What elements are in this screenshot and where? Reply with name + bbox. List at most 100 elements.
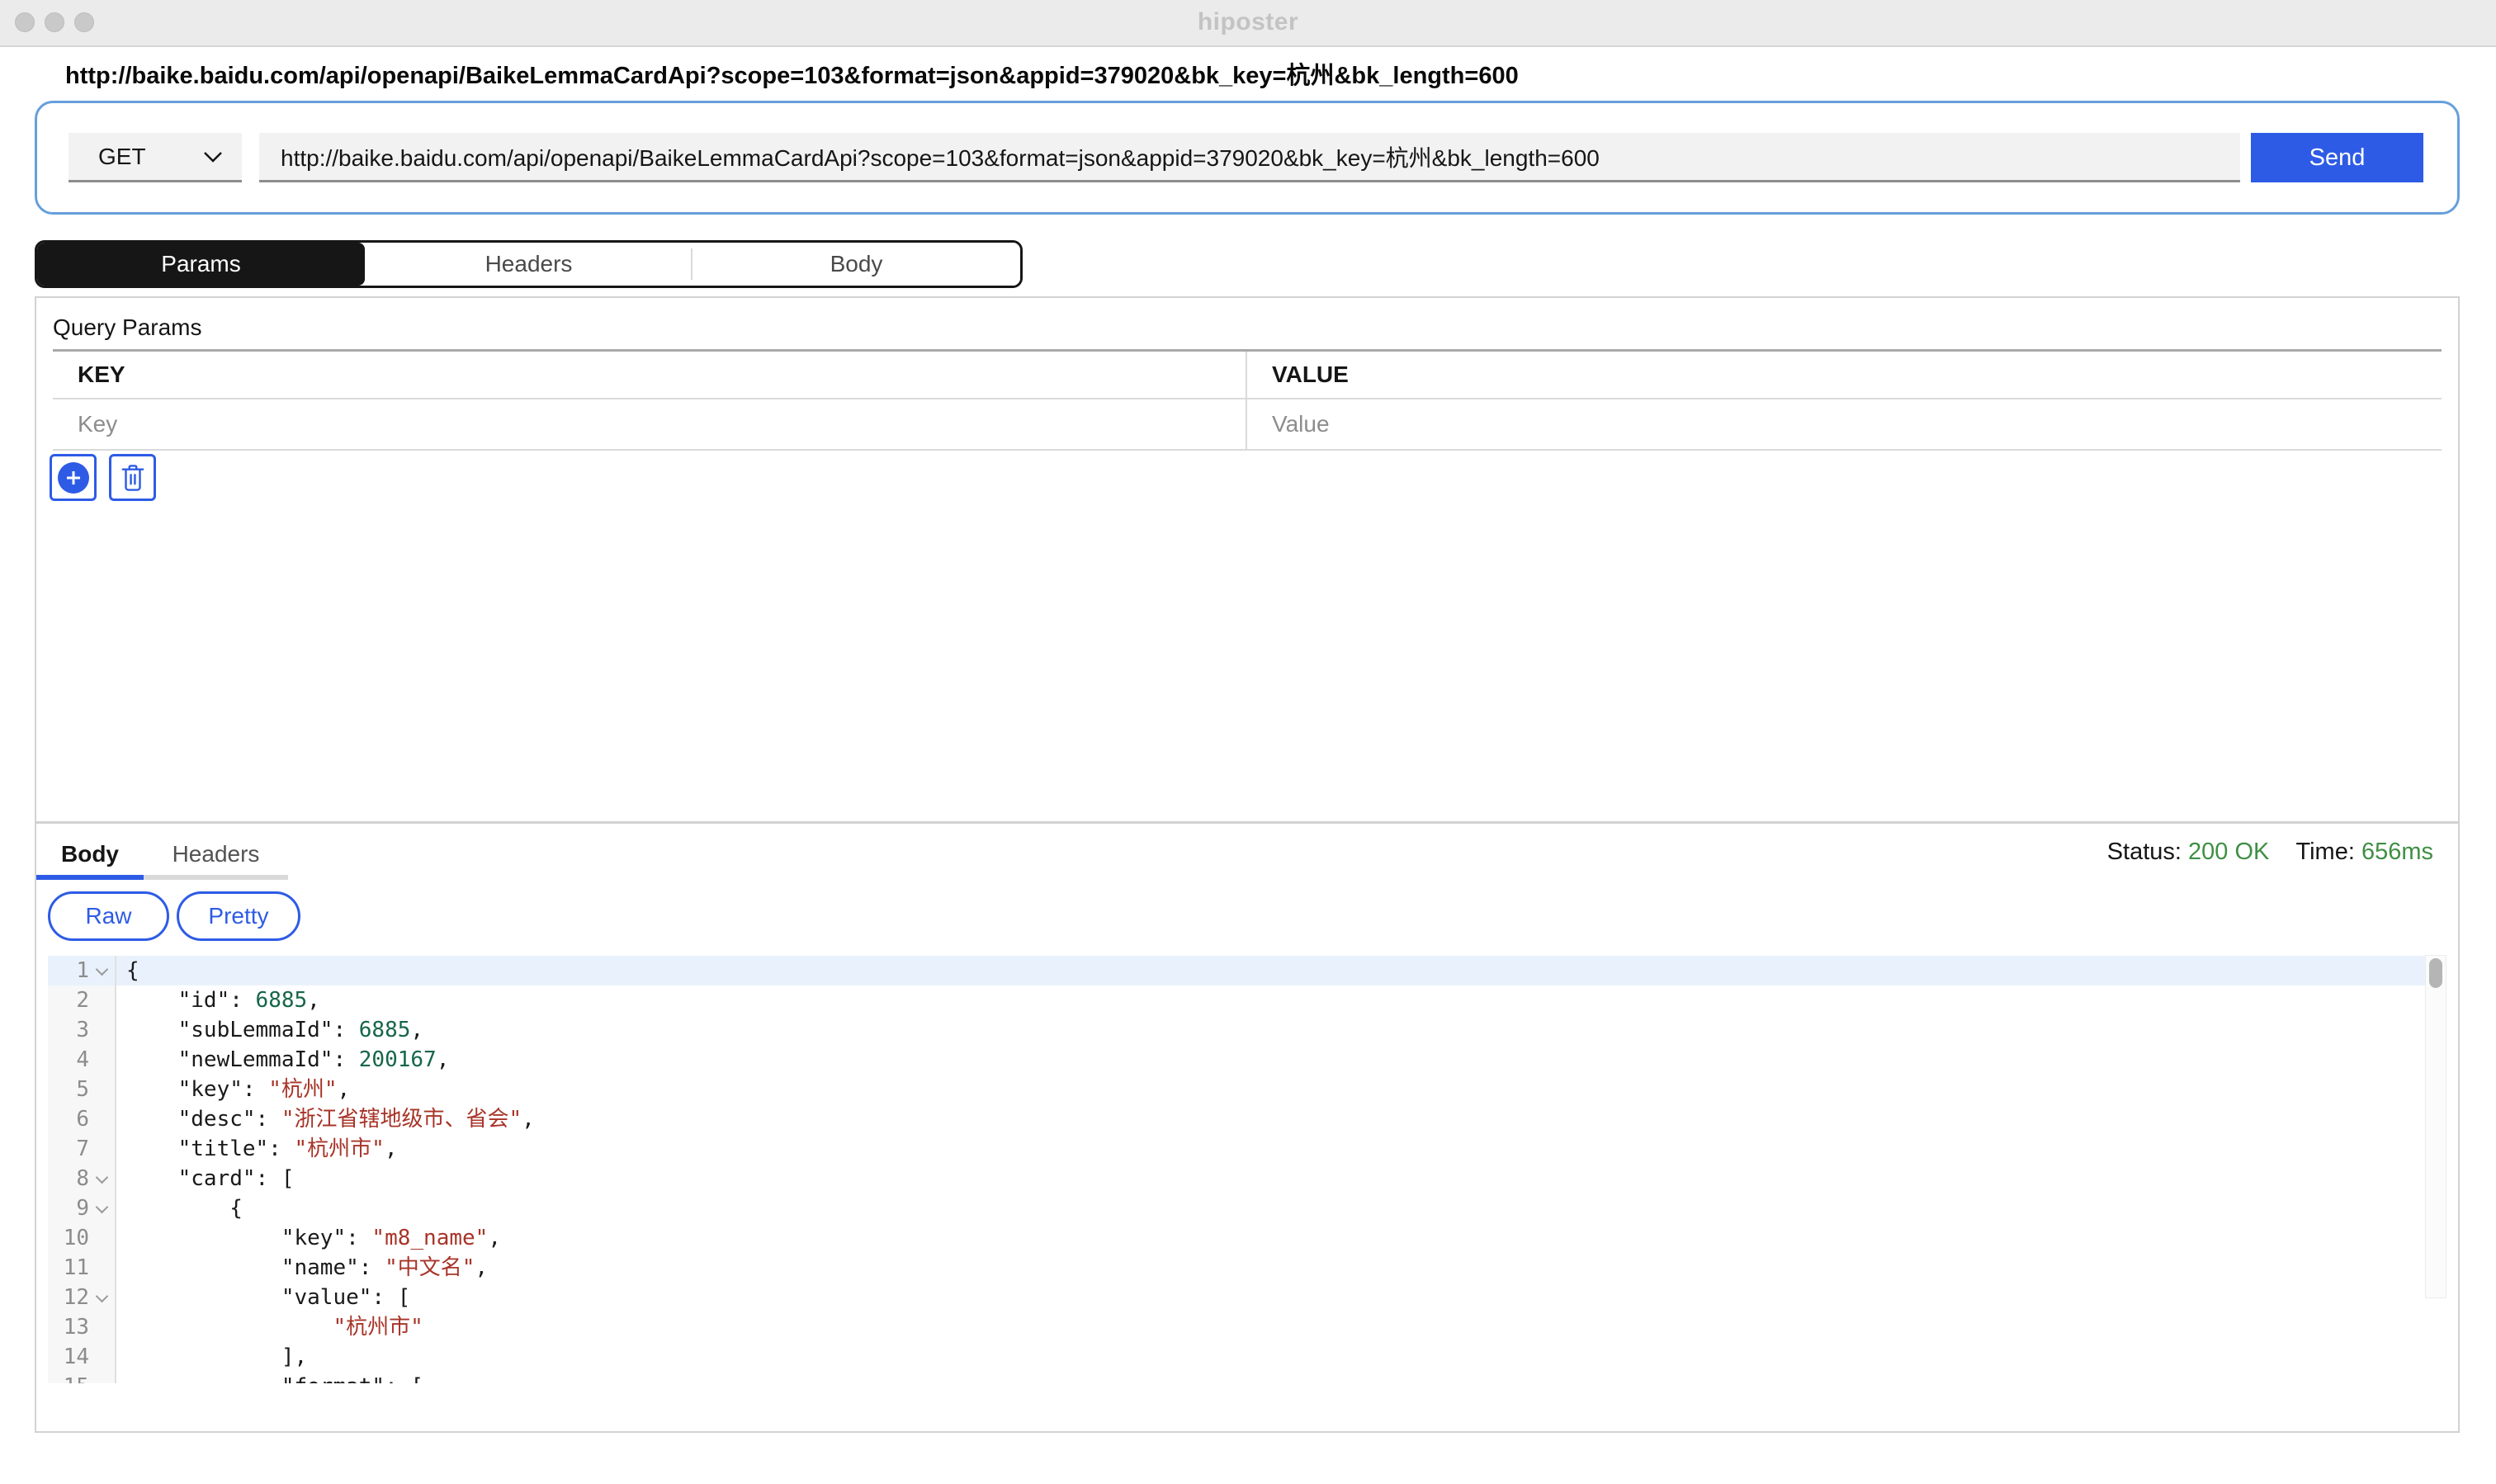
code-text: "subLemmaId": 6885, [116,1015,423,1045]
code-text: "desc": "浙江省辖地级市、省会", [116,1104,535,1134]
response-status: Status: 200 OK Time: 656ms [2107,839,2433,866]
code-line: 11 "name": "中文名", [48,1253,2446,1283]
value-column-header: VALUE [1247,352,2442,398]
add-param-button[interactable] [50,454,97,501]
code-text: "name": "中文名", [116,1253,488,1283]
time-label: Time: [2295,839,2354,865]
fold-chevron-icon[interactable] [96,1170,109,1184]
value-cell [1247,399,2442,449]
window-title: hiposter [0,8,2496,36]
line-number-gutter: 4 [48,1045,116,1075]
tab-params[interactable]: Params [37,243,365,286]
code-line: 4 "newLemmaId": 200167, [48,1045,2446,1075]
line-number: 4 [48,1045,89,1075]
response-view-buttons: Raw Pretty [48,891,300,941]
code-line: 12 "value": [ [48,1283,2446,1312]
query-params-table: KEY VALUE [53,349,2442,451]
code-text: "newLemmaId": 200167, [116,1045,449,1075]
query-params-title: Query Params [53,314,202,341]
response-tab-body[interactable]: Body [36,834,144,880]
status-label: Status: [2107,839,2182,865]
line-number: 5 [48,1075,89,1104]
code-line: 2 "id": 6885, [48,985,2446,1015]
line-number: 9 [48,1193,89,1223]
line-number-gutter: 9 [48,1193,116,1223]
main-panel: Query Params KEY VALUE [35,296,2460,1433]
query-params-input-row [53,399,2442,451]
line-number-gutter: 2 [48,985,116,1015]
code-line: 3 "subLemmaId": 6885, [48,1015,2446,1045]
method-select-value: GET [98,144,146,170]
time-value: 656ms [2361,839,2433,865]
code-scrollbar-thumb[interactable] [2429,958,2442,988]
pretty-button[interactable]: Pretty [177,891,300,941]
fold-gutter [89,1206,115,1212]
fold-chevron-icon[interactable] [96,962,109,976]
code-text: { [116,1193,243,1223]
line-number: 14 [48,1342,89,1372]
line-number-gutter: 5 [48,1075,116,1104]
fold-chevron-icon[interactable] [96,1289,109,1302]
response-tab-body-label: Body [61,841,119,867]
key-column-header: KEY [53,352,1247,398]
line-number-gutter: 13 [48,1312,116,1342]
code-text: "format": [ [116,1372,423,1383]
response-tab-headers-label: Headers [173,841,260,867]
fold-chevron-icon[interactable] [96,1200,109,1213]
delete-param-button[interactable] [109,454,156,501]
code-line: 7 "title": "杭州市", [48,1134,2446,1164]
trash-icon [121,464,145,492]
tab-body[interactable]: Body [693,243,1020,286]
code-text: "id": 6885, [116,985,320,1015]
line-number-gutter: 14 [48,1342,116,1372]
param-value-input[interactable] [1247,399,2442,449]
line-number-gutter: 8 [48,1164,116,1193]
code-text: "key": "m8_name", [116,1223,501,1253]
code-text: "value": [ [116,1283,410,1312]
window-titlebar: hiposter [0,0,2496,47]
raw-button[interactable]: Raw [48,891,169,941]
send-button[interactable]: Send [2251,133,2423,182]
line-number: 8 [48,1164,89,1193]
line-number-gutter: 15 [48,1372,116,1383]
line-number: 7 [48,1134,89,1164]
line-number-gutter: 7 [48,1134,116,1164]
tab-params-label: Params [161,251,240,277]
fold-gutter [89,968,115,974]
status-value: 200 OK [2188,839,2269,865]
response-tab-headers[interactable]: Headers [144,834,288,880]
line-number: 15 [48,1372,89,1383]
fold-gutter [89,1176,115,1182]
request-bar-panel: GET Send [35,101,2460,215]
chevron-down-icon [202,150,224,163]
line-number-gutter: 12 [48,1283,116,1312]
method-select[interactable]: GET [69,133,242,182]
tab-body-label: Body [830,251,883,277]
tab-headers[interactable]: Headers [365,243,693,286]
panel-divider [36,821,2458,824]
response-body-code[interactable]: 1{2 "id": 6885,3 "subLemmaId": 6885,4 "n… [48,953,2446,1383]
code-line: 14 ], [48,1342,2446,1372]
line-number: 12 [48,1283,89,1312]
url-input[interactable] [259,133,2240,182]
code-line: 6 "desc": "浙江省辖地级市、省会", [48,1104,2446,1134]
code-line: 13 "杭州市" [48,1312,2446,1342]
fold-gutter [89,1295,115,1301]
param-key-input[interactable] [53,399,1246,449]
code-line: 9 { [48,1193,2446,1223]
request-url-heading: http://baike.baidu.com/api/openapi/Baike… [65,56,1519,91]
code-scrollbar [2425,955,2446,1298]
code-text: { [116,956,139,985]
line-number-gutter: 11 [48,1253,116,1283]
code-line: 15 "format": [ [48,1372,2446,1383]
code-text: "title": "杭州市", [116,1134,397,1164]
line-number-gutter: 10 [48,1223,116,1253]
code-text: ], [116,1342,307,1372]
code-line: 8 "card": [ [48,1164,2446,1193]
param-row-buttons [50,454,156,501]
query-params-header-row: KEY VALUE [53,352,2442,399]
code-line: 1{ [48,956,2446,985]
line-number: 13 [48,1312,89,1342]
key-cell [53,399,1247,449]
line-number-gutter: 3 [48,1015,116,1045]
